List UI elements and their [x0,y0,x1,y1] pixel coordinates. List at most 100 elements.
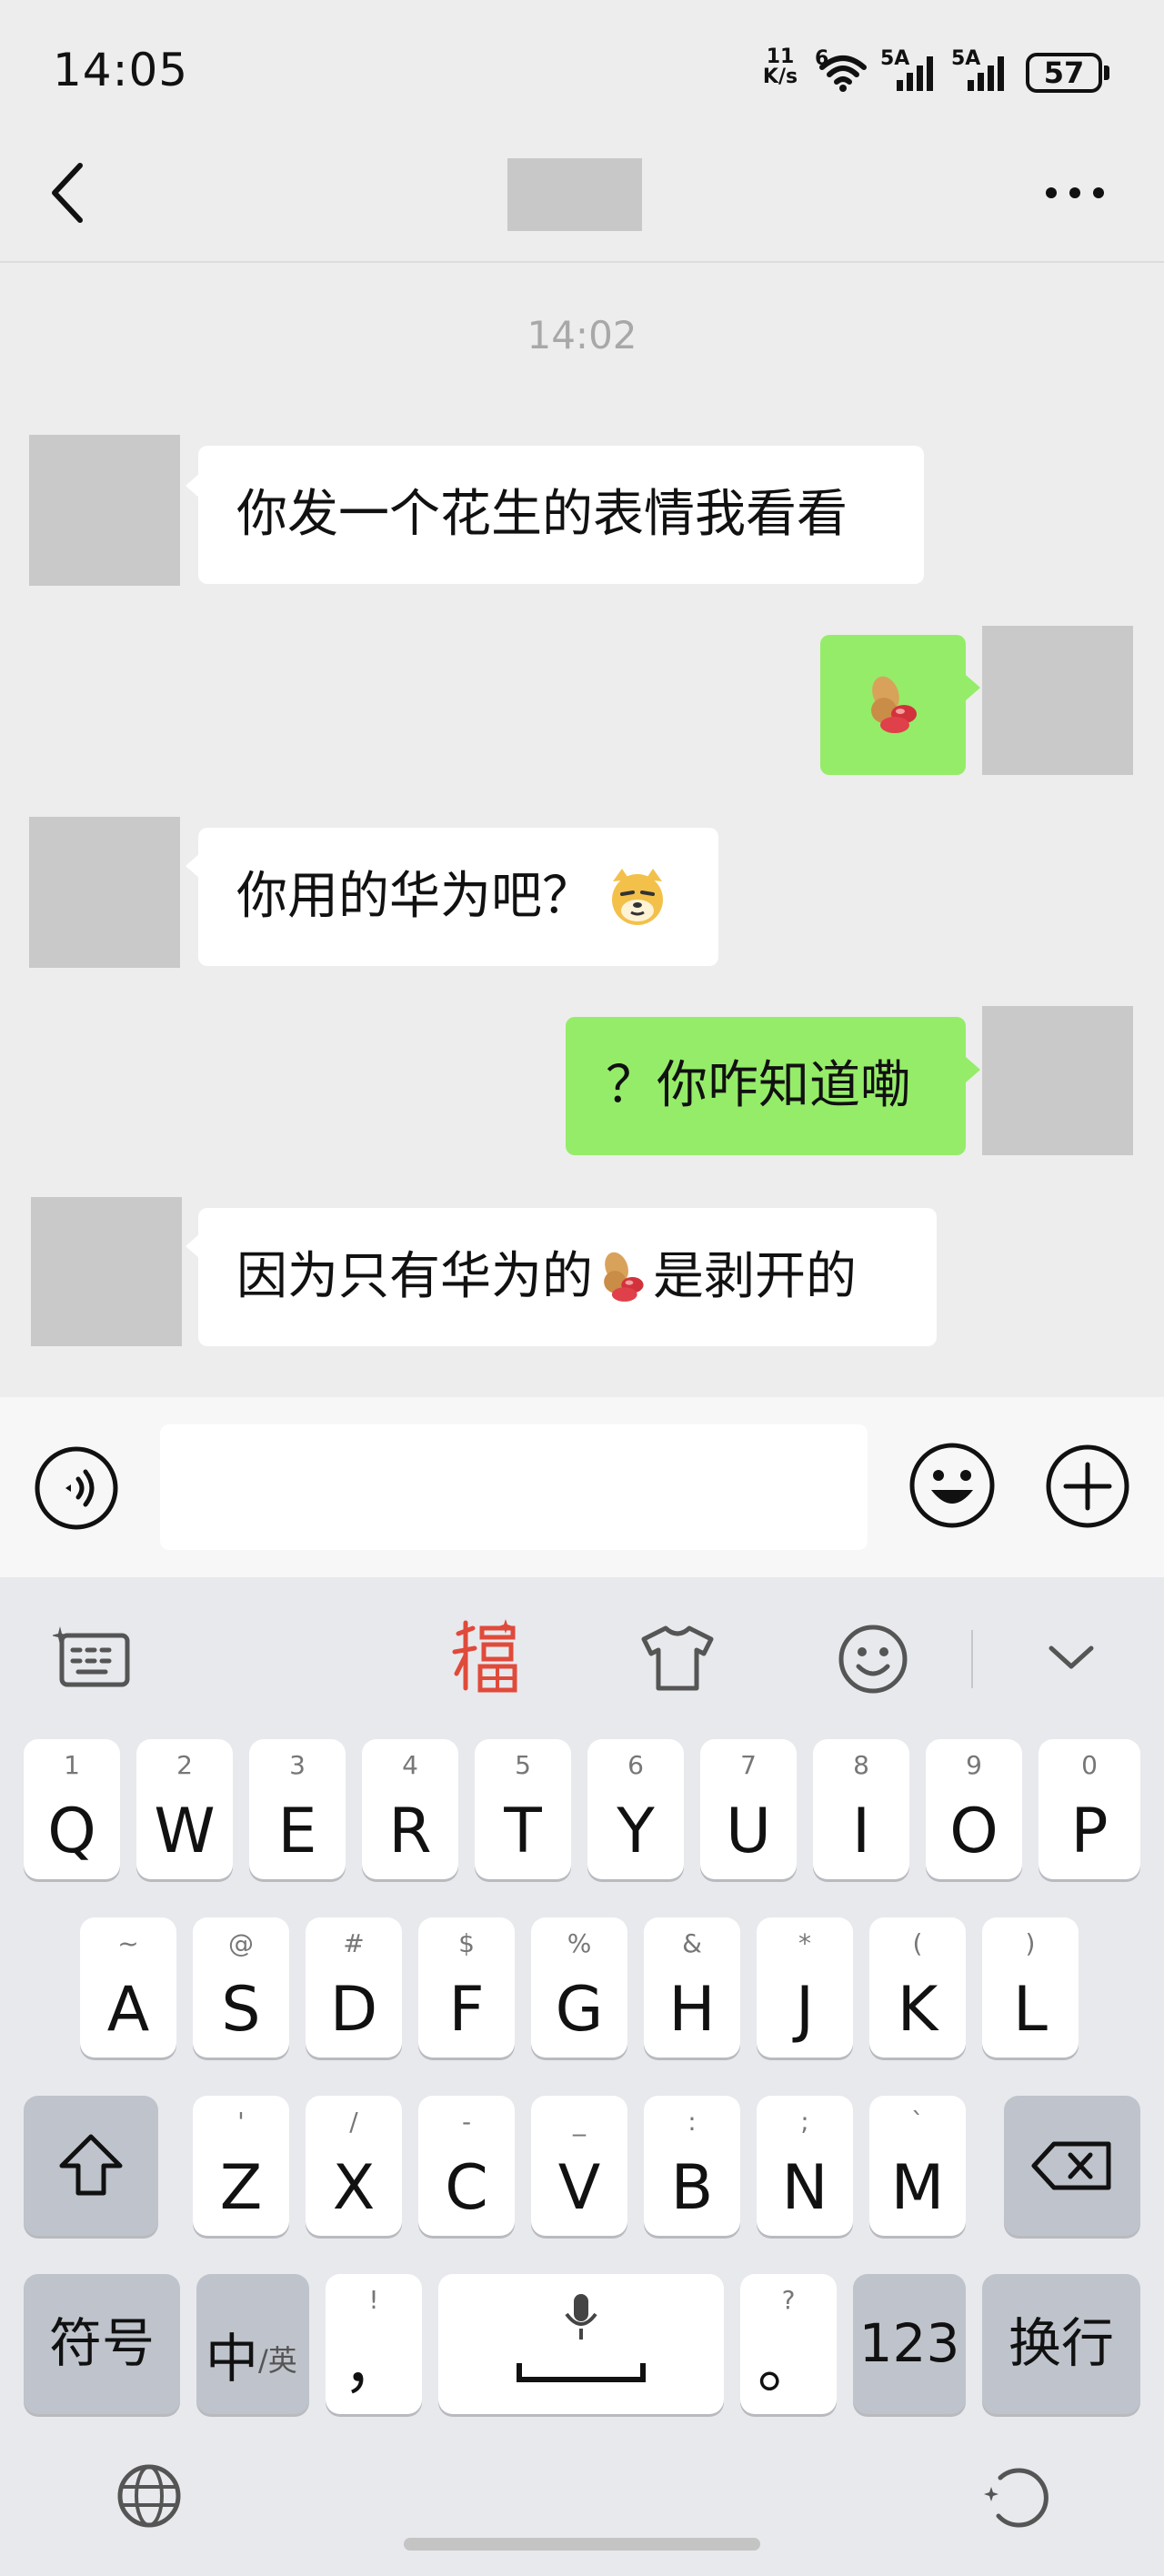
message-bubble-incoming[interactable]: 因为只有华为的 是剥开的 [198,1208,937,1346]
key-label: K [897,1974,938,2046]
key-label: I [851,1796,871,1867]
key-sub-label: 0 [1081,1750,1098,1780]
message-bubble-outgoing[interactable] [820,635,966,775]
key-w[interactable]: 2W [136,1739,233,1879]
key-label: E [277,1796,317,1867]
contact-avatar[interactable] [29,817,180,968]
my-avatar[interactable] [982,1006,1133,1155]
key-i[interactable]: 8I [813,1739,909,1879]
keyboard: 1Q 2W 3E 4R 5T 6Y 7U 8I 9O 0P ~ A @ S # D $… [0,1577,1164,2576]
plus-button[interactable] [1044,1443,1131,1530]
symbols-key[interactable]: 符号 [24,2274,180,2414]
emoji-button[interactable] [908,1441,997,1530]
key-n[interactable]: ; N [757,2096,853,2236]
key-q[interactable]: 1Q [24,1739,120,1879]
key-sub-label: ) [1025,1928,1036,1958]
key-sub-label: ( [912,1928,923,1958]
home-indicator[interactable] [404,2538,760,2551]
key-j[interactable]: * J [757,1917,853,2058]
shift-key[interactable] [24,2096,158,2236]
delete-key[interactable] [1004,2096,1140,2236]
nav-divider [0,261,1164,263]
status-time: 14:05 [53,44,189,96]
smiley-icon [838,1625,908,1694]
key-x[interactable]: / X [306,2096,402,2236]
assistant-button[interactable] [978,2461,1051,2531]
key-a[interactable]: ~ A [80,1917,176,2058]
message-text: ？你咋知道嘞 [606,1056,911,1115]
key-s[interactable]: @ S [193,1917,289,2058]
key-p[interactable]: 0P [1039,1739,1140,1879]
comma-key[interactable]: ! ， [326,2274,422,2414]
message-input[interactable] [160,1424,868,1550]
my-avatar[interactable] [982,626,1133,775]
key-sub-label: - [461,2107,472,2137]
key-label: P [1070,1796,1109,1867]
key-v[interactable]: _ V [531,2096,627,2236]
key-label: S [221,1974,261,2046]
backspace-icon [1031,2141,1111,2190]
space-key[interactable] [438,2274,724,2414]
key-sub-label: / [349,2107,358,2137]
key-g[interactable]: % G [531,1917,627,2058]
key-u[interactable]: 7U [700,1739,797,1879]
key-t[interactable]: 5T [475,1739,571,1879]
keyboard-settings-button[interactable] [51,1623,133,1692]
period-key[interactable]: ? 。 [740,2274,837,2414]
key-r[interactable]: 4R [362,1739,458,1879]
key-y[interactable]: 6Y [587,1739,684,1879]
key-label: T [504,1796,542,1867]
key-b[interactable]: :B [644,2096,740,2236]
signal-1-label: 5A [880,47,910,70]
key-c[interactable]: -C [418,2096,515,2236]
language-switch-key[interactable]: 中 /英 [196,2274,309,2414]
more-horizontal-icon [1046,187,1104,198]
back-button[interactable] [45,160,91,226]
key-m[interactable]: ` M [869,2096,966,2236]
key-label: 。 [757,2330,819,2402]
skin-button[interactable] [638,1623,717,1692]
key-z[interactable]: ' Z [193,2096,289,2236]
key-label: Y [617,1796,655,1867]
signal-2-label: 5A [951,47,981,70]
collapse-keyboard-button[interactable] [1046,1635,1097,1679]
key-sub-label: ; [800,2107,809,2137]
key-h[interactable]: & H [644,1917,740,2058]
message-bubble-incoming[interactable]: 你用的华为吧？ [198,828,718,966]
key-sub-label: & [682,1928,702,1958]
emoji-panel-button[interactable] [837,1623,909,1696]
key-d[interactable]: # D [306,1917,402,2058]
voice-button[interactable] [33,1444,120,1532]
bubble-tail [966,675,980,700]
key-label: R [388,1796,432,1867]
key-sub-label: 3 [289,1750,306,1780]
battery-indicator: 57 [1026,53,1102,93]
key-o[interactable]: 9O [926,1739,1022,1879]
symbols-label: 符号 [48,2312,155,2374]
key-e[interactable]: 3E [249,1739,346,1879]
key-label: ， [342,2330,405,2402]
key-label: A [106,1974,150,2046]
key-sub-label: @ [228,1928,254,1958]
smiley-icon [909,1443,995,1528]
key-k[interactable]: (K [869,1917,966,2058]
message-bubble-outgoing[interactable]: ？你咋知道嘞 [566,1017,966,1155]
globe-button[interactable] [115,2461,184,2531]
key-sub-label: ` [911,2107,924,2137]
fu-button[interactable] [446,1615,522,1697]
key-l[interactable]: ) L [982,1917,1079,2058]
key-label: F [448,1974,485,2046]
message-bubble-incoming[interactable]: 你发一个花生的表情我看看 [198,446,924,584]
sparkle-refresh-icon [984,2468,1049,2528]
key-sub-label: _ [573,2107,586,2137]
key-f[interactable]: $ F [418,1917,515,2058]
numbers-key[interactable]: 123 [853,2274,966,2414]
more-button[interactable] [1042,178,1108,207]
contact-avatar[interactable] [29,435,180,586]
enter-key[interactable]: 换行 [982,2274,1140,2414]
key-sub-label: ! [368,2285,379,2315]
numbers-label: 123 [858,2312,960,2374]
contact-avatar[interactable] [31,1197,182,1346]
key-label: C [445,2152,488,2224]
key-label: N [781,2152,828,2224]
